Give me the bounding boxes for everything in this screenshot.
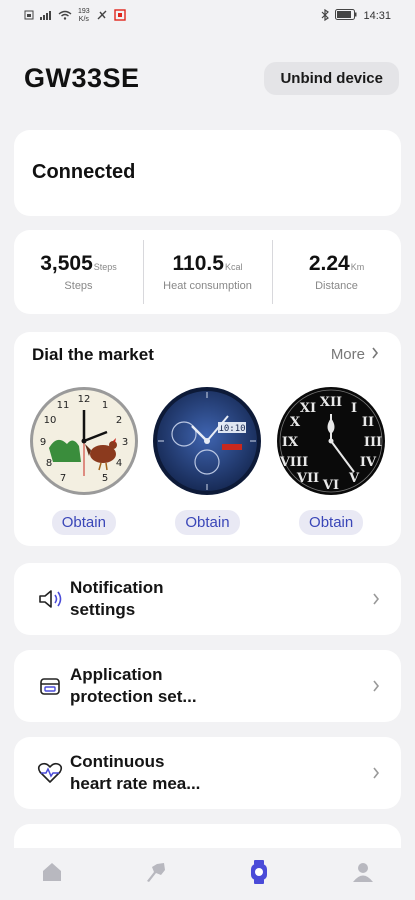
bluetooth-icon bbox=[321, 8, 330, 24]
steps-value: 3,505 bbox=[40, 252, 93, 275]
obtain-button[interactable]: Obtain bbox=[175, 510, 240, 535]
svg-text:7: 7 bbox=[60, 473, 66, 484]
svg-text:4: 4 bbox=[116, 458, 122, 469]
nav-home[interactable] bbox=[27, 854, 77, 894]
status-bar: 193 K/s 14:31 bbox=[0, 0, 415, 32]
dial-list: 12 1 2 3 457 8 9 10 11 Obtain 10:10 Obta… bbox=[14, 386, 401, 535]
steps-label: Steps bbox=[64, 280, 93, 292]
watch-face-thumbnail[interactable]: XII I II III IV V VI VII VIII IX X XI bbox=[276, 386, 386, 496]
connection-card: Connected bbox=[14, 130, 401, 216]
svg-text:9: 9 bbox=[40, 437, 46, 448]
dial-market-title: Dial the market bbox=[32, 345, 154, 364]
svg-text:IX: IX bbox=[282, 435, 299, 450]
watch-icon bbox=[249, 859, 269, 890]
svg-text:XII: XII bbox=[320, 395, 342, 410]
dial-item: 12 1 2 3 457 8 9 10 11 Obtain bbox=[25, 386, 143, 535]
heat-unit: Kcal bbox=[224, 262, 243, 272]
svg-text:V: V bbox=[348, 471, 360, 486]
stat-distance: 2.24 Km Distance bbox=[272, 230, 401, 314]
distance-unit: Km bbox=[350, 262, 365, 272]
page-header: GW33SE Unbind device bbox=[24, 58, 399, 98]
dial-market-card: Dial the market More 12 1 2 3 457 8 9 10 11 bbox=[14, 332, 401, 546]
svg-text:VI: VI bbox=[322, 478, 339, 493]
svg-text:III: III bbox=[364, 435, 382, 450]
watch-face-thumbnail[interactable]: 10:10 bbox=[152, 386, 262, 496]
more-link[interactable]: More bbox=[331, 346, 379, 363]
unbind-device-button[interactable]: Unbind device bbox=[264, 61, 399, 95]
battery-icon bbox=[335, 9, 357, 23]
menu-item-application-protection[interactable]: Application protection set... bbox=[14, 650, 401, 722]
nfc-off-icon bbox=[96, 9, 108, 24]
bottom-nav bbox=[0, 848, 415, 900]
wifi-icon bbox=[58, 10, 72, 23]
blue-dial-time: 10:10 bbox=[219, 424, 246, 434]
chevron-right-icon bbox=[371, 346, 379, 363]
signal-icon bbox=[40, 10, 52, 23]
svg-text:VIII: VIII bbox=[279, 455, 308, 470]
continuous-heart-rate-label: Continuous heart rate mea... bbox=[70, 752, 201, 793]
sport-icon bbox=[144, 860, 168, 889]
obtain-button[interactable]: Obtain bbox=[299, 510, 364, 535]
chevron-right-icon bbox=[369, 679, 383, 693]
profile-icon bbox=[352, 861, 374, 888]
recording-icon bbox=[113, 8, 126, 24]
svg-text:12: 12 bbox=[77, 394, 90, 405]
heat-value: 110.5 bbox=[172, 252, 224, 275]
heart-rate-icon bbox=[36, 759, 64, 787]
svg-text:1: 1 bbox=[102, 400, 108, 411]
nav-sport[interactable] bbox=[131, 854, 181, 894]
stats-card[interactable]: 3,505 Steps Steps 110.5 Kcal Heat consum… bbox=[14, 230, 401, 314]
svg-text:2: 2 bbox=[116, 415, 122, 426]
dial-item: XII I II III IV V VI VII VIII IX X XI Obtain bbox=[272, 386, 390, 535]
device-title: GW33SE bbox=[24, 62, 140, 93]
chevron-right-icon bbox=[369, 592, 383, 606]
svg-text:5: 5 bbox=[102, 473, 108, 484]
clock: 14:31 bbox=[363, 10, 391, 22]
status-left: 193 K/s bbox=[24, 8, 126, 24]
svg-text:X: X bbox=[290, 415, 301, 430]
notification-settings-label: Notification settings bbox=[70, 578, 164, 619]
svg-text:VII: VII bbox=[296, 471, 319, 486]
svg-text:10: 10 bbox=[43, 415, 56, 426]
distance-label: Distance bbox=[315, 280, 358, 292]
sim-icon bbox=[24, 10, 34, 23]
home-icon bbox=[41, 862, 63, 887]
stat-steps: 3,505 Steps Steps bbox=[14, 230, 143, 314]
application-protection-label: Application protection set... bbox=[70, 665, 197, 706]
chevron-right-icon bbox=[369, 766, 383, 780]
svg-text:I: I bbox=[351, 401, 357, 416]
svg-text:8: 8 bbox=[46, 458, 52, 469]
app-protection-icon bbox=[36, 672, 64, 700]
menu-item-notification-settings[interactable]: Notification settings bbox=[14, 563, 401, 635]
menu-item-continuous-heart-rate[interactable]: Continuous heart rate mea... bbox=[14, 737, 401, 809]
more-label: More bbox=[330, 346, 365, 363]
svg-text:XI: XI bbox=[300, 401, 316, 416]
nav-profile[interactable] bbox=[338, 854, 388, 894]
svg-text:11: 11 bbox=[56, 400, 69, 411]
status-right: 14:31 bbox=[321, 8, 391, 24]
obtain-button[interactable]: Obtain bbox=[51, 510, 116, 535]
svg-text:3: 3 bbox=[122, 437, 128, 448]
dial-item: 10:10 Obtain bbox=[148, 386, 266, 535]
stat-heat: 110.5 Kcal Heat consumption bbox=[143, 230, 272, 314]
connection-status: Connected bbox=[32, 161, 136, 183]
heat-label: Heat consumption bbox=[163, 280, 252, 292]
nav-device[interactable] bbox=[234, 854, 284, 894]
steps-unit: Steps bbox=[93, 262, 117, 272]
svg-text:II: II bbox=[362, 415, 374, 430]
distance-value: 2.24 bbox=[308, 252, 350, 275]
svg-text:IV: IV bbox=[360, 455, 377, 470]
watch-face-thumbnail[interactable]: 12 1 2 3 457 8 9 10 11 bbox=[29, 386, 139, 496]
network-speed: 193 K/s bbox=[78, 8, 90, 23]
speaker-icon bbox=[36, 585, 64, 613]
